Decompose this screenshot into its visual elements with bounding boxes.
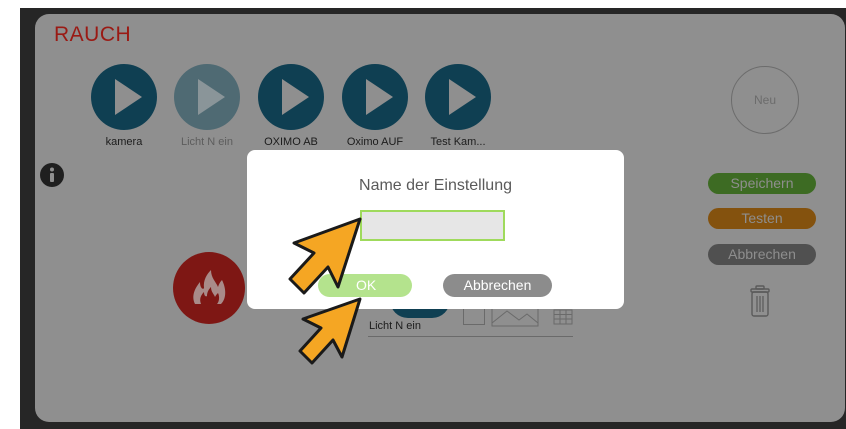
dialog-cancel-button[interactable]: Abbrechen (443, 274, 552, 297)
scene-item-kamera[interactable]: kamera (88, 64, 160, 148)
trash-icon[interactable] (748, 285, 772, 319)
scene-label: Licht N ein (181, 136, 233, 148)
page-title: RAUCH (54, 23, 132, 46)
scene-label: Oximo AUF (346, 136, 404, 148)
scene-label: OXIMO AB (264, 136, 318, 148)
scene-item-test-kamera[interactable]: Test Kam... (422, 64, 494, 148)
divider (368, 336, 573, 337)
scene-item-licht-n-ein[interactable]: Licht N ein (171, 64, 243, 148)
test-button[interactable]: Testen (708, 208, 816, 229)
dialog-title: Name der Einstellung (359, 177, 512, 194)
save-button[interactable]: Speichern (708, 173, 816, 194)
play-icon (91, 64, 157, 130)
scene-label: Test Kam... (430, 136, 486, 148)
fire-icon (173, 252, 245, 324)
play-icon (342, 64, 408, 130)
grid-icon (553, 309, 573, 325)
play-icon (258, 64, 324, 130)
scene-item-oximo-ab[interactable]: OXIMO AB (255, 64, 327, 148)
scene-label: Licht N ein (369, 320, 421, 332)
new-button[interactable]: Neu (731, 66, 799, 134)
cancel-button[interactable]: Abbrechen (708, 244, 816, 265)
scene-label: kamera (105, 136, 143, 148)
scene-item-oximo-auf[interactable]: Oximo AUF (339, 64, 411, 148)
pointer-cursor-icon (288, 215, 364, 302)
pointer-cursor-icon (296, 295, 366, 372)
info-icon[interactable] (40, 163, 64, 187)
setting-name-input[interactable] (360, 210, 505, 241)
play-icon (425, 64, 491, 130)
play-icon (174, 64, 240, 130)
